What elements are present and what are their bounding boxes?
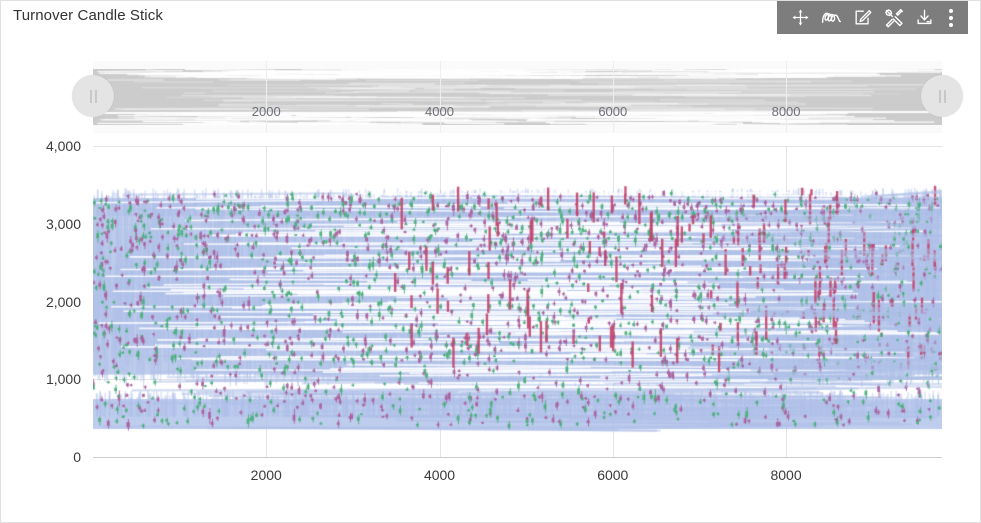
more-dots bbox=[949, 8, 953, 27]
datazoom-gridline bbox=[266, 61, 268, 133]
datazoom-tick-label: 2000 bbox=[251, 104, 281, 119]
chart-toolbox bbox=[777, 1, 968, 34]
datazoom-tick-label: 4000 bbox=[425, 104, 454, 119]
candlestick-canvas bbox=[93, 146, 942, 457]
grip-icon bbox=[89, 89, 97, 103]
y-axis-tick-label: 3,000 bbox=[45, 215, 81, 232]
x-axis-tick-label: 6000 bbox=[597, 467, 629, 483]
x-axis-tick-label: 2000 bbox=[250, 467, 282, 483]
x-axis-tick-label: 4000 bbox=[423, 467, 456, 483]
datazoom-gridline bbox=[612, 61, 614, 133]
datazoom-preview-chart bbox=[93, 69, 942, 125]
candlestick-plot[interactable] bbox=[93, 146, 942, 457]
tools-icon[interactable] bbox=[878, 1, 909, 34]
more-icon[interactable] bbox=[940, 1, 962, 34]
edit-icon[interactable] bbox=[847, 1, 878, 34]
datazoom-gridline bbox=[786, 61, 788, 133]
datazoom-tick-label: 6000 bbox=[598, 104, 628, 119]
y-axis-tick-label: 4,000 bbox=[45, 138, 81, 154]
datazoom-track[interactable]: 2000 4000 6000 8000 bbox=[93, 61, 942, 133]
page-title: Turnover Candle Stick bbox=[13, 7, 163, 24]
datazoom-tick-label: 8000 bbox=[771, 104, 801, 119]
scribble-icon[interactable] bbox=[816, 1, 847, 34]
datazoom-handle-right[interactable] bbox=[921, 75, 963, 117]
x-axis-tick-label: 8000 bbox=[770, 467, 802, 483]
y-axis-tick-label: 0 bbox=[73, 449, 81, 465]
datazoom-gridline bbox=[439, 61, 441, 133]
y-axis-tick-label: 2,000 bbox=[45, 293, 81, 310]
datazoom-handle-left[interactable] bbox=[72, 75, 114, 117]
datazoom-selected-window[interactable] bbox=[93, 69, 942, 125]
y-axis-labels: 0 1,000 2,000 3,000 4,000 bbox=[1, 138, 81, 465]
datazoom-slider[interactable]: 2000 4000 6000 8000 bbox=[72, 61, 963, 133]
grip-icon bbox=[938, 89, 946, 103]
chart-card: Turnover Candle Stick 2000 4000 6000 800… bbox=[0, 0, 981, 523]
move-icon[interactable] bbox=[785, 1, 816, 34]
y-axis-tick-label: 1,000 bbox=[45, 371, 81, 388]
download-icon[interactable] bbox=[909, 1, 940, 34]
x-axis-line bbox=[93, 457, 942, 458]
